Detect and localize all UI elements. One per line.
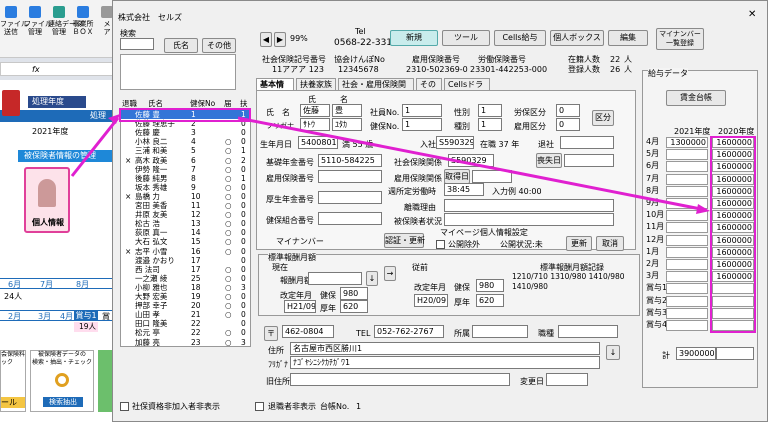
highlight-arrows: [70, 114, 710, 214]
